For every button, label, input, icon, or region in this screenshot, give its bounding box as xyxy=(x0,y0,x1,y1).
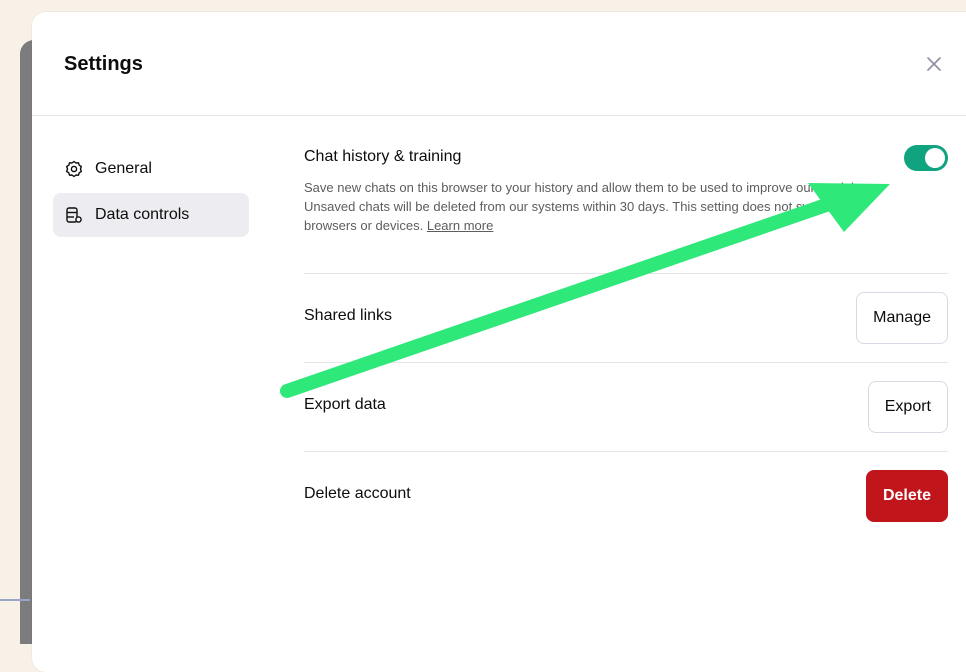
chat-history-toggle[interactable] xyxy=(904,145,948,171)
sidebar-item-data-controls[interactable]: Data controls xyxy=(53,193,249,237)
export-data-label: Export data xyxy=(304,396,386,413)
toggle-knob xyxy=(925,148,945,168)
sidebar-item-label: General xyxy=(95,160,152,177)
shared-links-label: Shared links xyxy=(304,307,393,324)
modal-title: Settings xyxy=(64,53,143,75)
background-divider xyxy=(0,599,30,601)
export-button[interactable]: Export xyxy=(867,381,948,433)
description-text: Save new chats on this browser to your h… xyxy=(304,180,865,233)
gear-icon xyxy=(65,160,83,178)
delete-account-label: Delete account xyxy=(304,485,411,502)
shared-links-row: Shared links Manage xyxy=(304,274,948,363)
sidebar-item-general[interactable]: General xyxy=(53,147,249,191)
close-icon xyxy=(927,57,941,71)
sidebar-item-label: Data controls xyxy=(95,206,190,223)
settings-modal: Settings General Data controls Chat hist… xyxy=(32,12,966,672)
delete-account-row: Delete account Delete xyxy=(304,452,948,540)
delete-button[interactable]: Delete xyxy=(865,470,948,522)
settings-sidebar: General Data controls xyxy=(53,147,249,239)
chat-history-row: Chat history & training Save new chats o… xyxy=(304,140,948,274)
settings-content: Chat history & training Save new chats o… xyxy=(304,140,948,540)
modal-header: Settings xyxy=(32,12,966,116)
chat-history-label: Chat history & training xyxy=(304,148,462,165)
close-button[interactable] xyxy=(922,52,946,76)
export-data-row: Export data Export xyxy=(304,363,948,452)
manage-button[interactable]: Manage xyxy=(856,292,948,344)
database-icon xyxy=(65,206,83,224)
chat-history-description: Save new chats on this browser to your h… xyxy=(304,178,874,235)
learn-more-link[interactable]: Learn more xyxy=(427,218,493,233)
